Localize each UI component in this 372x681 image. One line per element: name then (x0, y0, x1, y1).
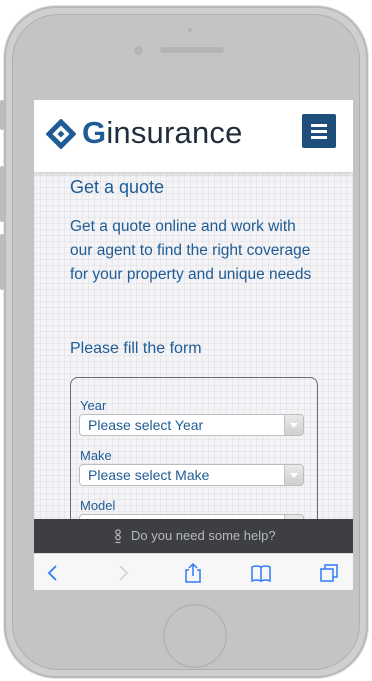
chevron-down-icon (284, 465, 303, 485)
volume-down-button (0, 234, 4, 290)
help-bar[interactable]: Do you need some help? (34, 519, 353, 553)
logo-letter-g: G (82, 115, 107, 150)
hamburger-menu-icon-line (311, 136, 327, 139)
logo-icon[interactable] (46, 119, 76, 149)
mute-switch (0, 100, 4, 130)
front-camera (134, 46, 143, 55)
year-label: Year (80, 398, 107, 413)
phone-screen: Ginsurance Get a quote Get a quote onlin… (34, 100, 353, 590)
proximity-sensor (188, 28, 192, 32)
tabs-icon[interactable] (318, 562, 340, 584)
hamburger-menu-icon-line (311, 124, 327, 127)
chevron-down-icon (284, 415, 303, 435)
help-chat-icon (115, 529, 121, 544)
page-title: Get a quote (70, 177, 165, 197)
logo-name: insurance (106, 115, 243, 150)
forward-icon[interactable] (112, 562, 134, 584)
make-label: Make (80, 448, 112, 463)
share-icon[interactable] (182, 562, 204, 584)
earpiece-speaker (160, 47, 224, 53)
intro-text: Get a quote online and work with our age… (70, 218, 312, 283)
logo-wordmark[interactable]: Ginsurance (82, 114, 243, 152)
year-select-value: Please select Year (88, 417, 204, 433)
year-select[interactable]: Please select Year (79, 414, 304, 436)
site-header: Ginsurance (34, 100, 353, 172)
help-text: Do you need some help? (131, 528, 276, 543)
browser-toolbar (34, 553, 353, 590)
menu-button[interactable] (302, 114, 336, 148)
make-select[interactable]: Please select Make (79, 464, 304, 486)
back-icon[interactable] (42, 562, 64, 584)
form-prompt: Please fill the form (70, 340, 202, 357)
home-button[interactable] (163, 604, 227, 668)
model-label: Model (80, 498, 116, 513)
volume-up-button (0, 166, 4, 222)
hamburger-menu-icon-line (311, 130, 327, 133)
bookmarks-icon[interactable] (250, 562, 272, 584)
make-select-value: Please select Make (88, 467, 210, 483)
